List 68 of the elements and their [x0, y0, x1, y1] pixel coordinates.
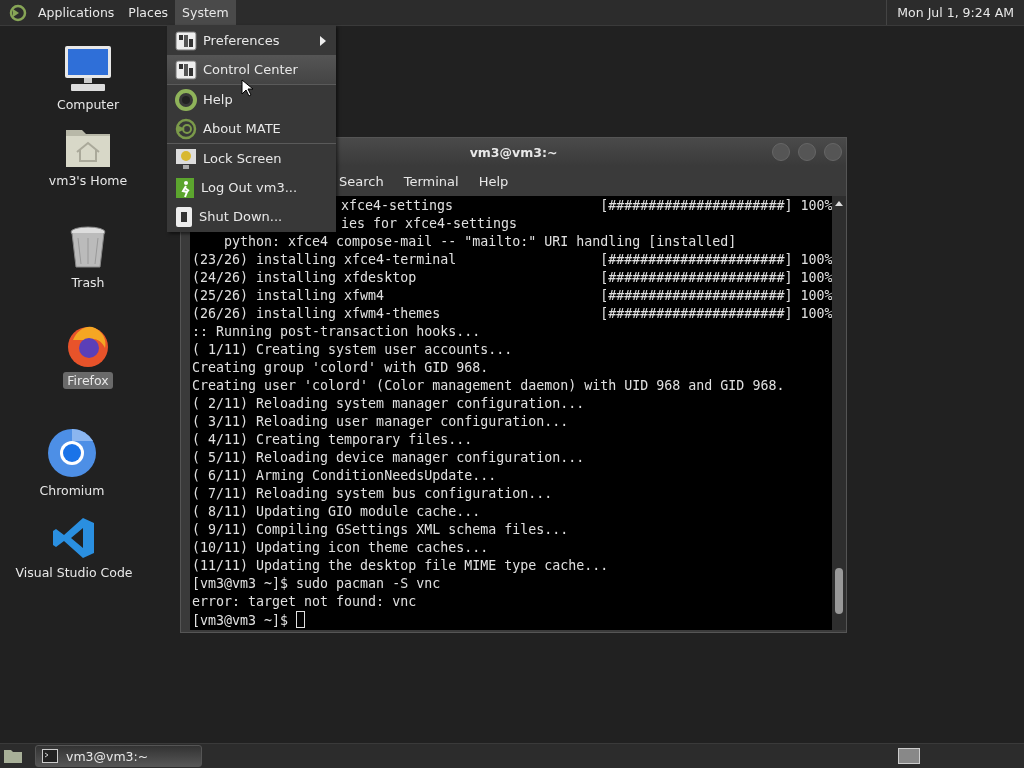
icon-label[interactable]: Firefox [63, 372, 113, 389]
menu-item[interactable]: Help [468, 173, 519, 189]
trash-icon[interactable] [69, 226, 107, 270]
exit-icon [175, 176, 195, 199]
panel-menu[interactable]: Places [121, 0, 176, 25]
output-line: (23/26) installing xfce4-terminal [192, 252, 457, 267]
window-title: vm3@vm3:~ [469, 144, 558, 160]
output-line: Creating group 'colord' with GID 968. [192, 360, 489, 375]
output-line: python: xfce4 compose-mail -- "mailto:" URI handling [installed] [224, 234, 737, 249]
icon-label[interactable]: Chromium [35, 482, 109, 499]
progress-text: [######################] 100% [600, 197, 832, 215]
output-line: ( 3/11) Reloading user manager configuration... [192, 414, 569, 429]
progress-text: [######################] 100% [600, 269, 832, 287]
icon-label[interactable]: Trash [67, 274, 109, 291]
output-line: (24/26) installing xfdesktop [192, 270, 417, 285]
menu-item[interactable]: Shut Down... [167, 202, 336, 231]
menu-item[interactable]: Control Center [167, 55, 336, 84]
output-line: error: target not found: vnc [192, 594, 417, 609]
taskbar-button[interactable]: vm3@vm3:~ [35, 745, 202, 767]
menu-item[interactable]: About MATE [167, 114, 336, 143]
code-editor-icon[interactable] [52, 516, 96, 560]
icon-label[interactable]: Computer [52, 96, 124, 113]
mouse-cursor-icon [241, 79, 253, 97]
output-line: [vm3@vm3 ~]$ [192, 613, 289, 628]
monitor-icon [175, 147, 197, 170]
scroll-up-arrow-icon[interactable] [835, 200, 843, 206]
lifebuoy-icon [175, 88, 197, 111]
clock[interactable]: Mon Jul 1, 9:24 AM [886, 0, 1024, 25]
submenu-arrow-icon [320, 36, 326, 46]
panel-menu[interactable]: System [175, 0, 236, 25]
output-line: :: Running post-transaction hooks... [192, 324, 481, 339]
output-line: ( 4/11) Creating temporary files... [192, 432, 473, 447]
icon-label[interactable]: vm3's Home [44, 172, 132, 189]
output-line: ( 7/11) Reloading system bus configuration... [192, 486, 553, 501]
progress-text: [######################] 100% [600, 287, 832, 305]
output-line: ies for xfce4-settings [340, 216, 517, 231]
output-line: ( 2/11) Reloading system manager configuration... [192, 396, 585, 411]
output-line: [vm3@vm3 ~]$ sudo pacman -S vnc [192, 576, 441, 591]
icon-label[interactable]: Visual Studio Code [11, 564, 137, 581]
chromium-icon[interactable] [47, 428, 97, 478]
settings-icon [175, 59, 197, 80]
menu-item[interactable]: Preferences [167, 26, 336, 55]
logo-icon[interactable] [9, 3, 27, 22]
output-line: ( 9/11) Compiling GSettings XML schema files... [192, 522, 569, 537]
panel-menu[interactable]: Applications [31, 0, 122, 25]
output-line: ( 8/11) Updating GIO module cache... [192, 504, 481, 519]
output-line: (11/11) Updating the desktop file MIME type cache... [192, 558, 609, 573]
output-line: Creating user 'colord' (Color management daemon) with UID 968 and GID 968. [192, 378, 785, 393]
scrollbar[interactable] [832, 196, 846, 630]
logo-icon [175, 117, 197, 140]
menu-item[interactable]: Terminal [393, 173, 469, 189]
menu-item[interactable]: Lock Screen [167, 143, 336, 173]
terminal-icon [42, 749, 58, 763]
power-switch-icon [175, 205, 193, 228]
output-line: xfce4-settings [340, 198, 453, 213]
computer-icon[interactable] [63, 44, 113, 92]
workspace-switcher[interactable] [898, 748, 920, 764]
settings-icon [175, 30, 197, 51]
output-line: (10/11) Updating icon theme caches... [192, 540, 489, 555]
progress-text: [######################] 100% [600, 305, 832, 323]
output-line: (26/26) installing xfwm4-themes [192, 306, 441, 321]
scrollbar-thumb[interactable] [835, 568, 843, 614]
output-line: ( 5/11) Reloading device manager configuration... [192, 450, 585, 465]
show-desktop-icon[interactable] [3, 748, 23, 764]
output-line: ( 1/11) Creating system user accounts... [192, 342, 513, 357]
output-line: (25/26) installing xfwm4 [192, 288, 385, 303]
output-line: ( 6/11) Arming ConditionNeedsUpdate... [192, 468, 497, 483]
progress-text: [######################] 100% [600, 251, 832, 269]
